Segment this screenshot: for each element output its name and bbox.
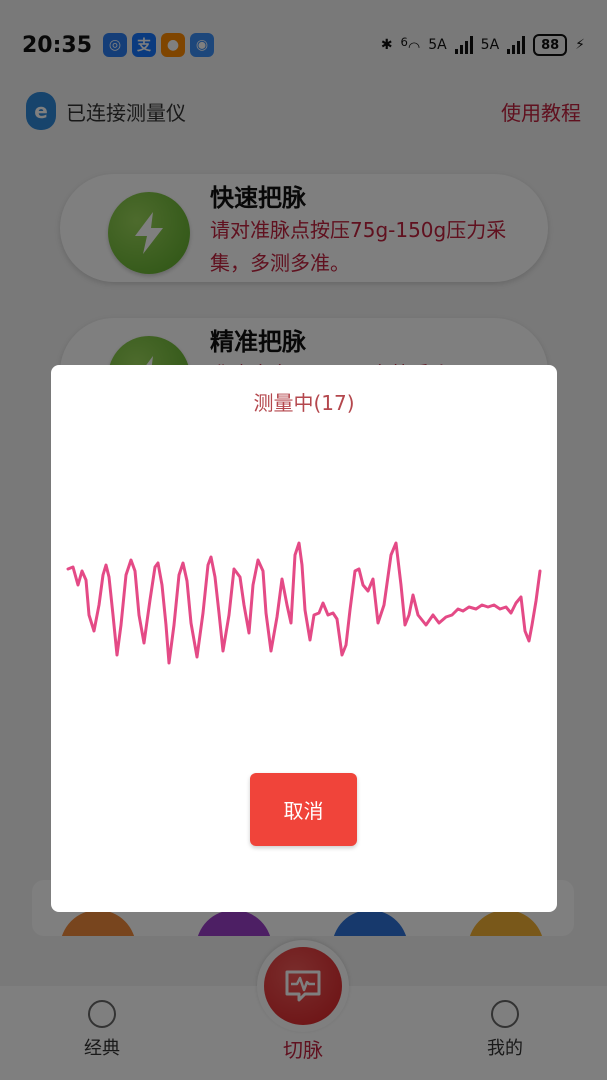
waveform-line [66,541,542,665]
dialog-title: 测量中(17) [253,391,355,415]
pulse-waveform [66,541,542,665]
cancel-button[interactable]: 取消 [250,773,357,846]
measuring-dialog: 测量中(17) 取消 [51,365,557,912]
